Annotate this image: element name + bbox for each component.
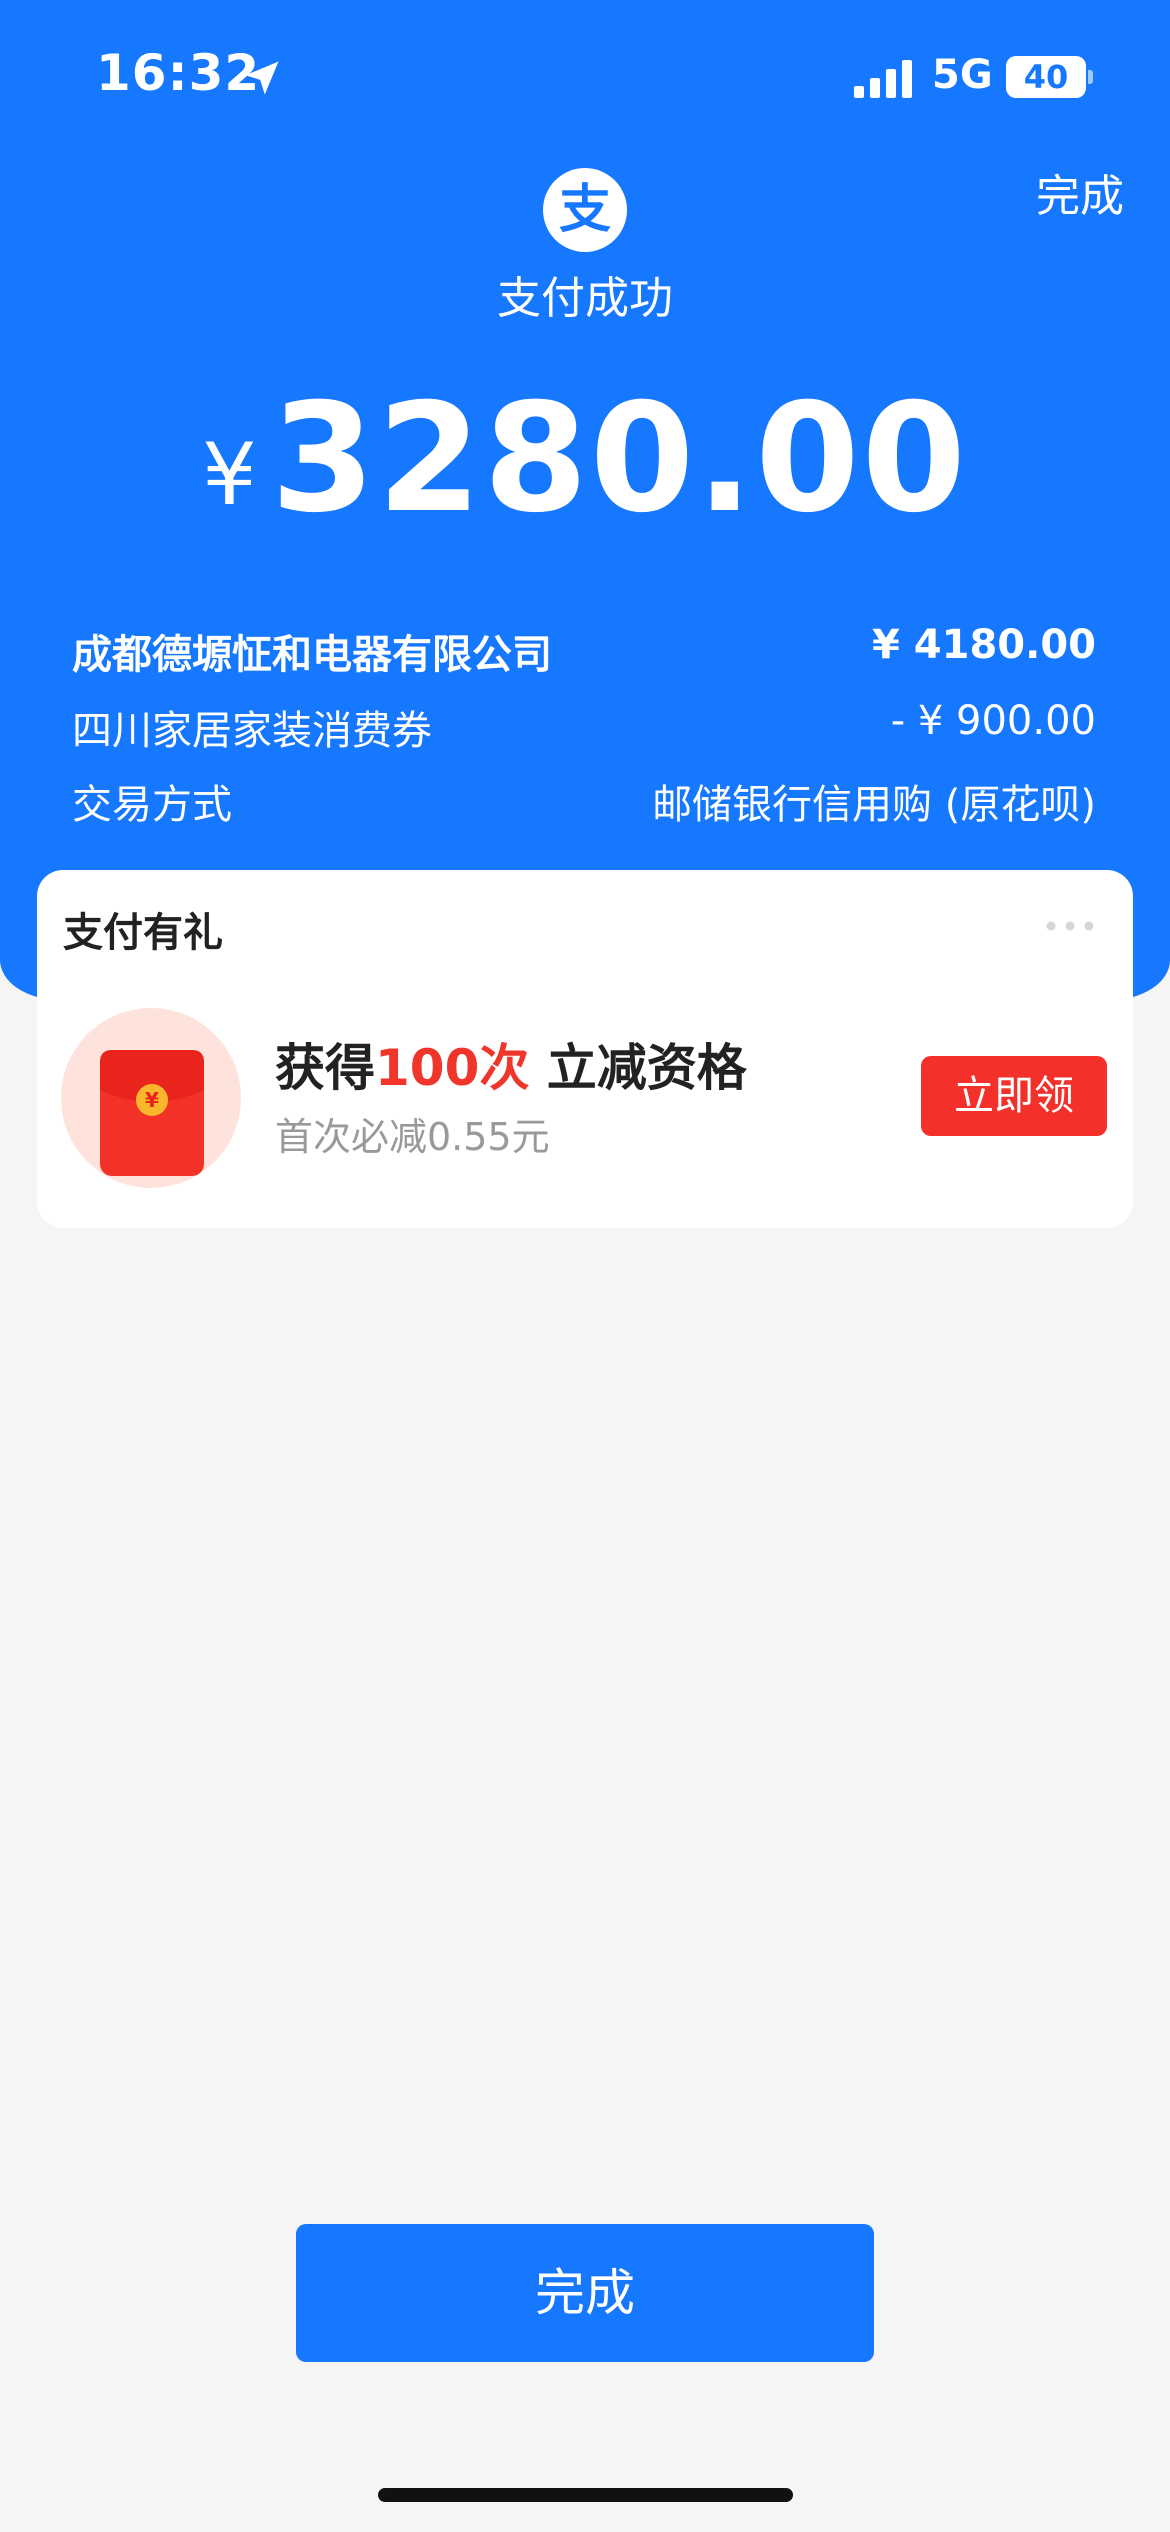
gift-card-title: 支付有礼 xyxy=(63,910,223,956)
gift-main-highlight: 100次 xyxy=(375,1039,530,1097)
claim-button[interactable]: 立即领 xyxy=(921,1056,1107,1136)
alipay-logo-glyph: 支 xyxy=(558,180,611,240)
payment-method-label: 交易方式 xyxy=(72,782,232,828)
location-arrow-icon xyxy=(245,61,279,95)
battery-level: 40 xyxy=(1023,58,1069,96)
battery-icon: 40 xyxy=(1006,56,1086,98)
coupon-discount: - ¥ 900.00 xyxy=(890,698,1096,744)
gift-subtitle: 首次必减0.55元 xyxy=(275,1115,550,1159)
alipay-logo-icon: 支 xyxy=(543,168,627,252)
gift-main-text: 获得100次 立减资格 xyxy=(275,1028,747,1100)
payment-amount: ¥3280.00 xyxy=(0,372,1170,546)
more-dots-icon[interactable] xyxy=(1045,920,1095,932)
detail-row-coupon: 四川家居家装消费券 - ¥ 900.00 xyxy=(72,698,1096,758)
envelope-coin-glyph: ¥ xyxy=(145,1088,159,1112)
network-type: 5G xyxy=(932,52,993,98)
gift-main-prefix: 获得 xyxy=(275,1039,375,1097)
home-indicator xyxy=(378,2488,793,2502)
status-time: 16:32 xyxy=(96,44,261,102)
coupon-name: 四川家居家装消费券 xyxy=(72,708,432,754)
gift-main-suffix: 立减资格 xyxy=(546,1039,747,1097)
red-envelope-icon: ¥ xyxy=(100,1050,204,1176)
amount-value: 3280.00 xyxy=(270,372,968,546)
payment-success-title: 支付成功 xyxy=(497,273,673,324)
status-bar: 16:32 5G 40 xyxy=(0,0,1170,150)
merchant-name: 成都德塬怔和电器有限公司 xyxy=(72,632,552,678)
signal-icon xyxy=(854,60,912,98)
currency-symbol: ¥ xyxy=(202,425,257,525)
detail-row-merchant: 成都德塬怔和电器有限公司 ¥ 4180.00 xyxy=(72,622,1096,682)
gift-card: 支付有礼 ¥ 获得100次 立减资格 首次必减0.55元 立即领 xyxy=(37,870,1133,1228)
original-price: ¥ 4180.00 xyxy=(872,622,1096,668)
payment-method-value: 邮储银行信用购 (原花呗) xyxy=(652,782,1096,828)
done-button[interactable]: 完成 xyxy=(296,2224,874,2362)
battery-nub xyxy=(1088,70,1093,84)
done-link-top[interactable]: 完成 xyxy=(1036,160,1124,224)
detail-row-payment-method: 交易方式 邮储银行信用购 (原花呗) xyxy=(72,772,1096,832)
